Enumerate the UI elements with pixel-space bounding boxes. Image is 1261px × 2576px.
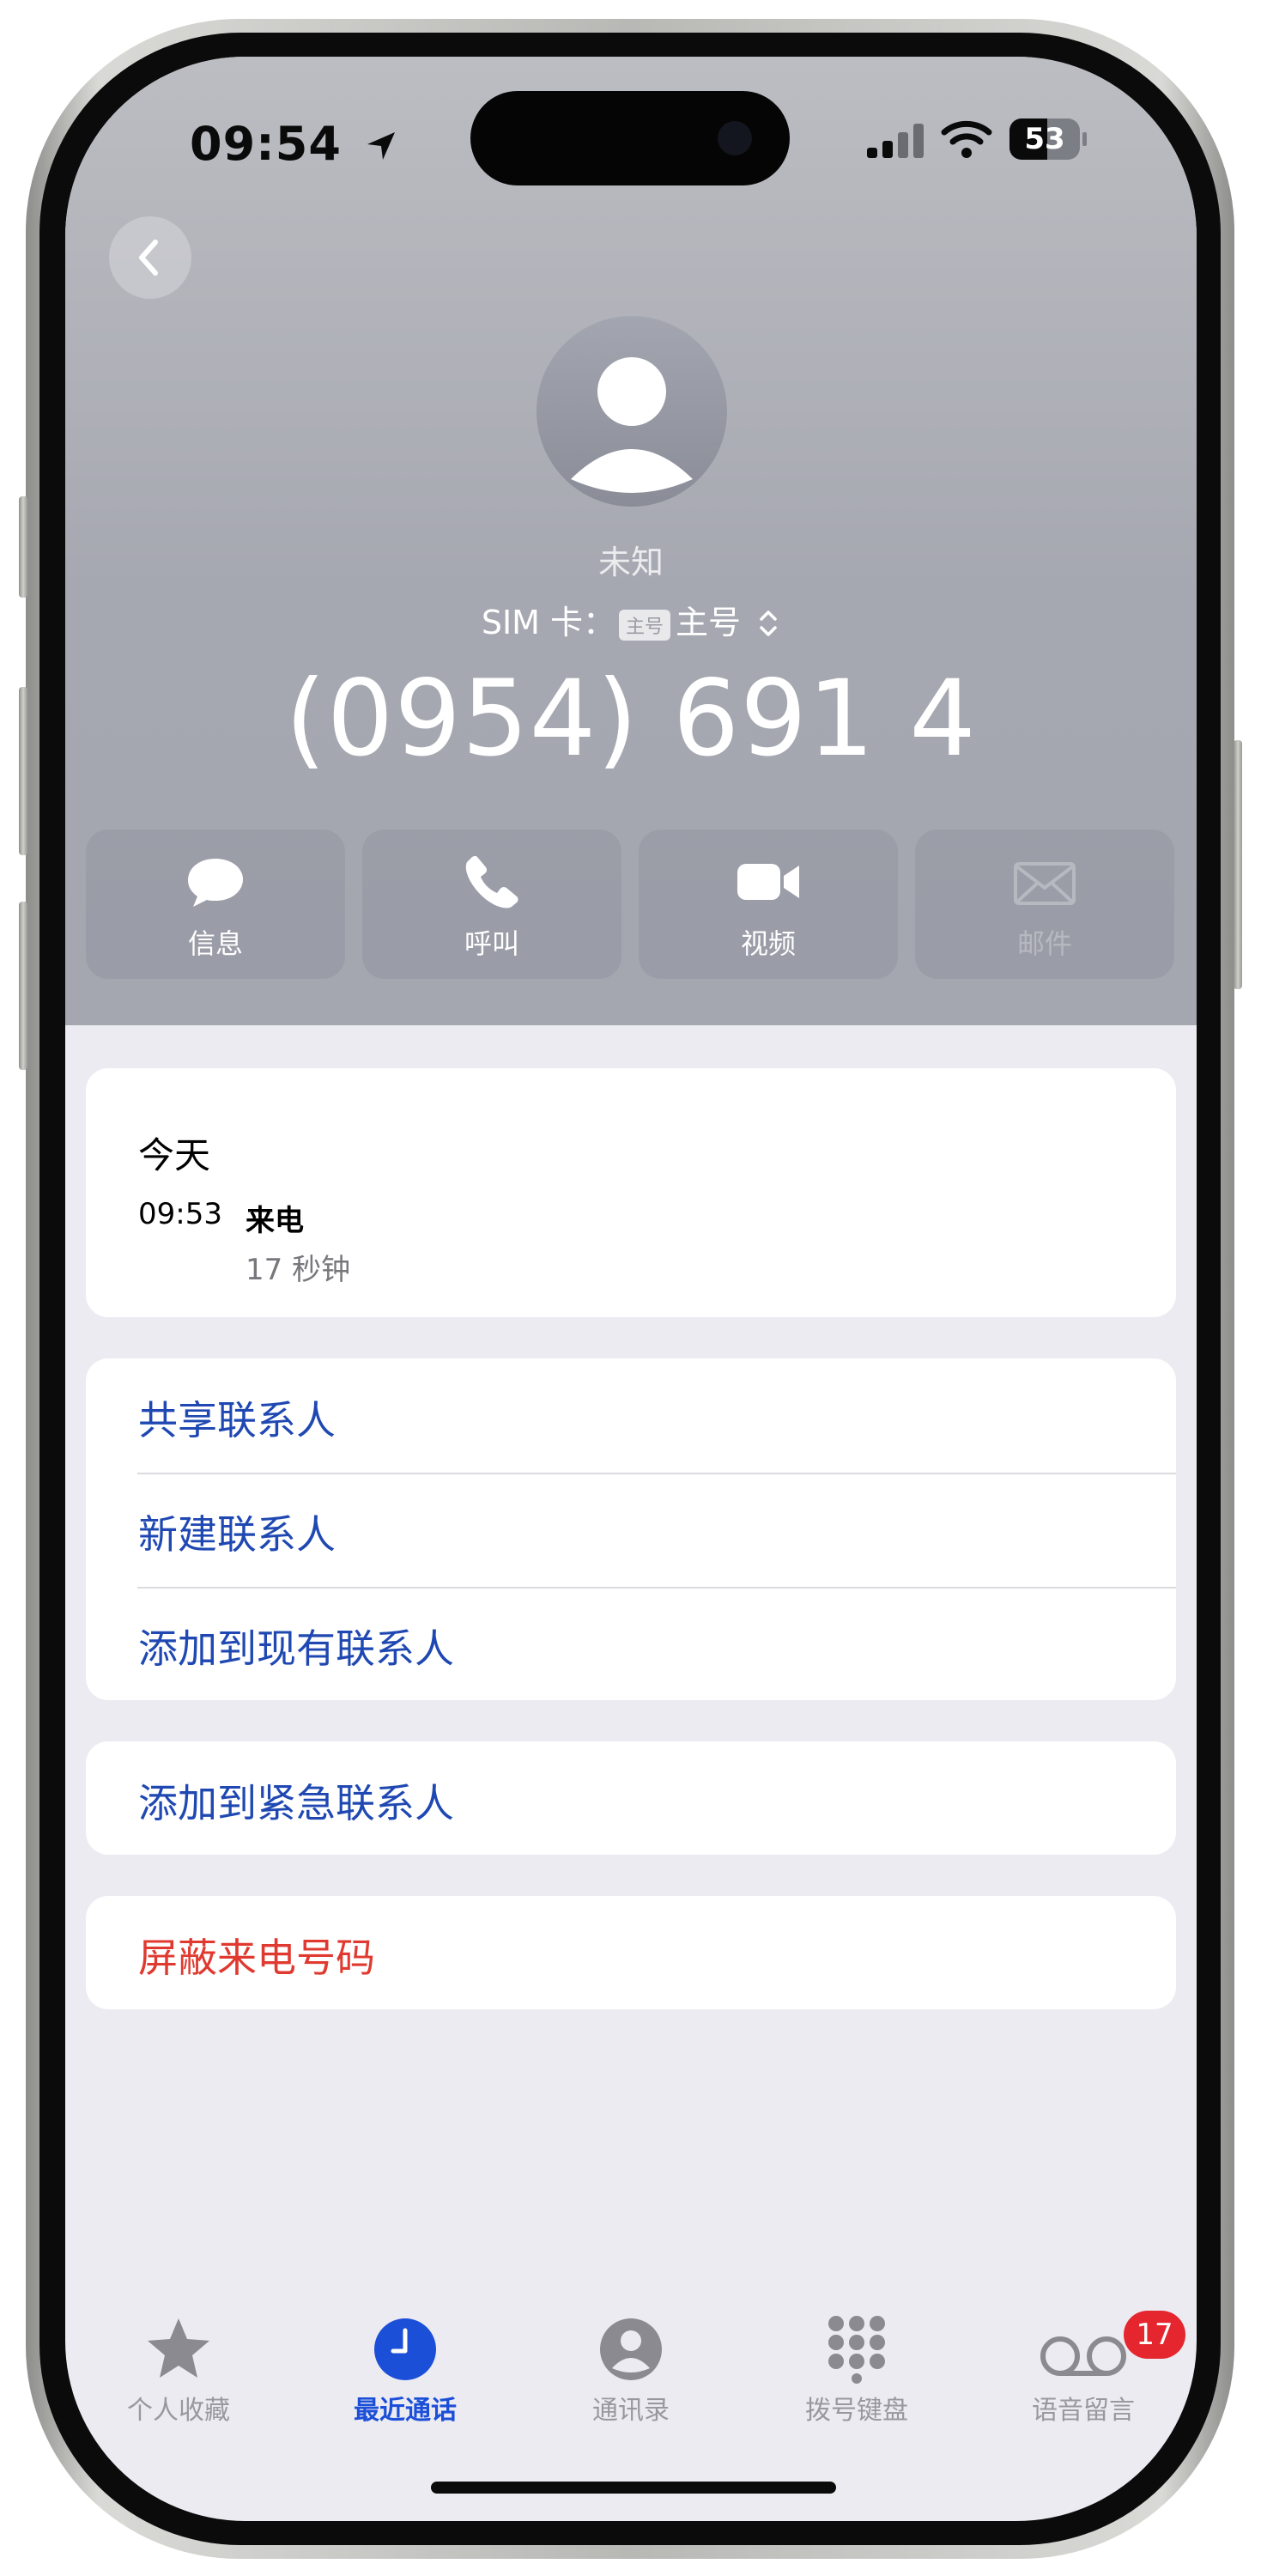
keypad-icon: [828, 2316, 885, 2384]
clock-icon: [374, 2318, 436, 2380]
mail-label: 邮件: [1016, 927, 1072, 960]
phone-number: (0954) 691 4: [285, 658, 977, 780]
sim-value: 主号: [676, 604, 742, 641]
add-emergency-contact-button[interactable]: 添加到紧急联系人: [138, 1772, 454, 1829]
mail-icon: [1014, 862, 1076, 905]
share-contact-button[interactable]: 共享联系人: [138, 1389, 336, 1446]
volume-down-button: [19, 902, 27, 1070]
tab-keypad[interactable]: 拨号键盘: [762, 2315, 951, 2427]
signal-icon: [867, 124, 924, 158]
front-camera: [718, 121, 752, 155]
video-button[interactable]: 视频: [639, 829, 898, 979]
volume-up-button: [19, 687, 27, 855]
message-icon: [188, 859, 243, 907]
phone-icon: [465, 855, 518, 908]
tab-contacts[interactable]: 通讯录: [537, 2315, 725, 2427]
person-silhouette-icon: [571, 357, 693, 493]
call-type: 来电: [246, 1204, 304, 1238]
battery-indicator: 53: [1009, 118, 1087, 160]
tab-recents[interactable]: 最近通话: [311, 2315, 500, 2427]
home-indicator[interactable]: [431, 2482, 836, 2494]
screen: 09:54 53 未知 SIM 卡： 主号 主号 (0954) 691 4 信息…: [65, 57, 1197, 2521]
back-button[interactable]: [109, 216, 191, 299]
block-caller-button[interactable]: 屏蔽来电号码: [138, 1927, 375, 1984]
tab-favorites[interactable]: 个人收藏: [84, 2315, 273, 2427]
new-contact-button[interactable]: 新建联系人: [138, 1504, 336, 1560]
call-duration: 17 秒钟: [246, 1253, 351, 1287]
action-button: [19, 496, 27, 598]
star-icon: [148, 2318, 209, 2378]
status-time: 09:54: [190, 117, 398, 171]
tab-label: 语音留言: [1032, 2396, 1135, 2426]
mail-button[interactable]: 邮件: [915, 829, 1174, 979]
divider: [137, 1473, 1176, 1474]
contact-name: 未知: [597, 544, 664, 581]
call-time: 09:53: [138, 1197, 222, 1231]
tab-label: 拨号键盘: [805, 2396, 908, 2426]
wifi-icon: [941, 120, 992, 158]
divider: [137, 1587, 1176, 1589]
chevron-left-icon: [139, 240, 158, 276]
location-arrow-icon: [367, 132, 395, 160]
add-to-existing-contact-button[interactable]: 添加到现有联系人: [138, 1618, 454, 1674]
contacts-icon: [600, 2318, 662, 2380]
contact-avatar: [537, 316, 727, 507]
message-button[interactable]: 信息: [86, 829, 345, 979]
recent-day-title: 今天: [138, 1134, 211, 1176]
sim-tag: 主号: [619, 609, 671, 641]
message-label: 信息: [187, 927, 243, 960]
call-label: 呼叫: [464, 927, 519, 960]
tab-label: 个人收藏: [127, 2396, 230, 2426]
chevron-up-down-icon: [760, 611, 777, 636]
voicemail-icon: [1040, 2336, 1126, 2376]
voicemail-badge: 17: [1124, 2311, 1185, 2359]
power-button: [1234, 740, 1242, 989]
video-icon: [737, 864, 799, 900]
video-label: 视频: [740, 927, 796, 960]
sim-selector[interactable]: SIM 卡： 主号 主号: [65, 596, 1197, 643]
tab-label: 通讯录: [592, 2396, 670, 2426]
sim-label: SIM 卡：: [481, 604, 616, 641]
tab-label: 最近通话: [354, 2396, 457, 2426]
battery-level: 53: [1024, 122, 1065, 156]
call-button[interactable]: 呼叫: [362, 829, 621, 979]
